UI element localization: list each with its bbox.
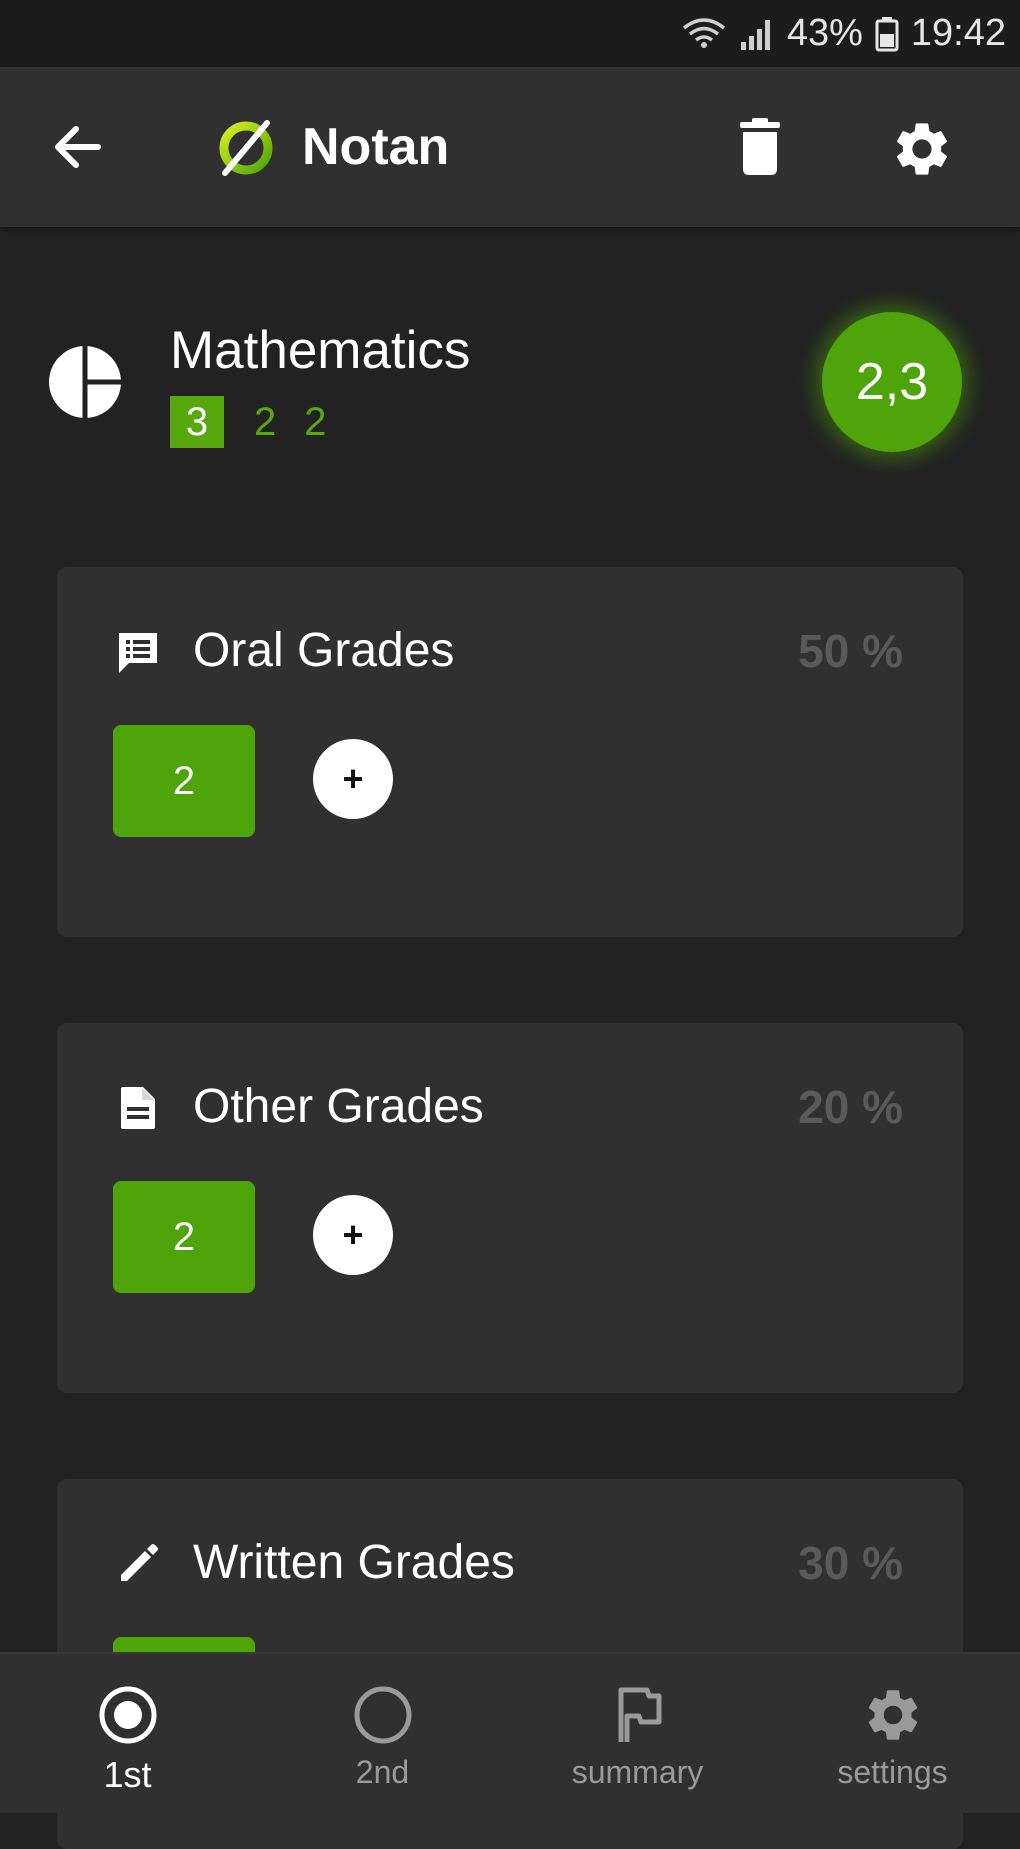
subject-grade-selected[interactable]: 3 xyxy=(170,396,224,448)
pencil-icon xyxy=(115,1541,161,1587)
gear-icon[interactable] xyxy=(890,117,954,181)
grade-category-card-oral: Oral Grades 50 % 2 + xyxy=(57,567,963,937)
clock: 19:42 xyxy=(910,12,1006,54)
subject-grade-list: 3 2 2 xyxy=(170,396,355,448)
average-badge: 2,3 xyxy=(822,312,962,452)
card-weight: 20 % xyxy=(798,1081,903,1133)
subject-name: Mathematics xyxy=(170,321,471,380)
app-title: Notan xyxy=(302,118,450,176)
bottom-navigation: 1st 2nd summary settings xyxy=(0,1652,1020,1813)
trash-icon[interactable] xyxy=(732,117,788,177)
arrow-left-icon[interactable] xyxy=(48,117,108,177)
nav-label: settings xyxy=(837,1754,948,1790)
card-title: Oral Grades xyxy=(193,624,455,677)
card-title: Other Grades xyxy=(193,1080,484,1133)
card-title: Written Grades xyxy=(193,1536,515,1589)
add-grade-button[interactable]: + xyxy=(313,1195,393,1275)
document-icon xyxy=(115,1085,161,1131)
app-toolbar: Notan xyxy=(0,67,1020,227)
battery-percent: 43% xyxy=(786,12,863,54)
grade-tile[interactable]: 2 xyxy=(113,725,255,837)
radio-unchecked-icon xyxy=(354,1686,411,1744)
nav-item-settings[interactable]: settings xyxy=(765,1654,1020,1815)
card-weight: 30 % xyxy=(798,1537,903,1589)
gear-icon xyxy=(868,1690,917,1740)
nav-item-1st[interactable]: 1st xyxy=(0,1654,255,1815)
nav-label: 1st xyxy=(103,1754,152,1795)
subject-grade[interactable]: 2 xyxy=(254,396,276,448)
nav-item-summary[interactable]: summary xyxy=(510,1654,765,1815)
wifi-icon xyxy=(681,16,727,52)
add-grade-button[interactable]: + xyxy=(313,739,393,819)
status-bar: 43% 19:42 xyxy=(0,0,1020,67)
message-icon xyxy=(115,629,161,675)
nav-label: summary xyxy=(571,1754,704,1790)
battery-icon xyxy=(875,16,899,52)
subject-grade[interactable]: 2 xyxy=(304,396,326,448)
grade-category-card-other: Other Grades 20 % 2 + xyxy=(57,1023,963,1393)
flag-icon xyxy=(618,1687,661,1742)
pie-chart-icon xyxy=(48,345,122,419)
nav-item-2nd[interactable]: 2nd xyxy=(255,1654,510,1815)
grade-tile[interactable]: 2 xyxy=(113,1181,255,1293)
card-weight: 50 % xyxy=(798,625,903,677)
radio-checked-icon xyxy=(99,1686,156,1744)
nav-label: 2nd xyxy=(355,1754,410,1790)
notan-logo-icon xyxy=(215,117,277,179)
signal-icon xyxy=(739,16,775,52)
